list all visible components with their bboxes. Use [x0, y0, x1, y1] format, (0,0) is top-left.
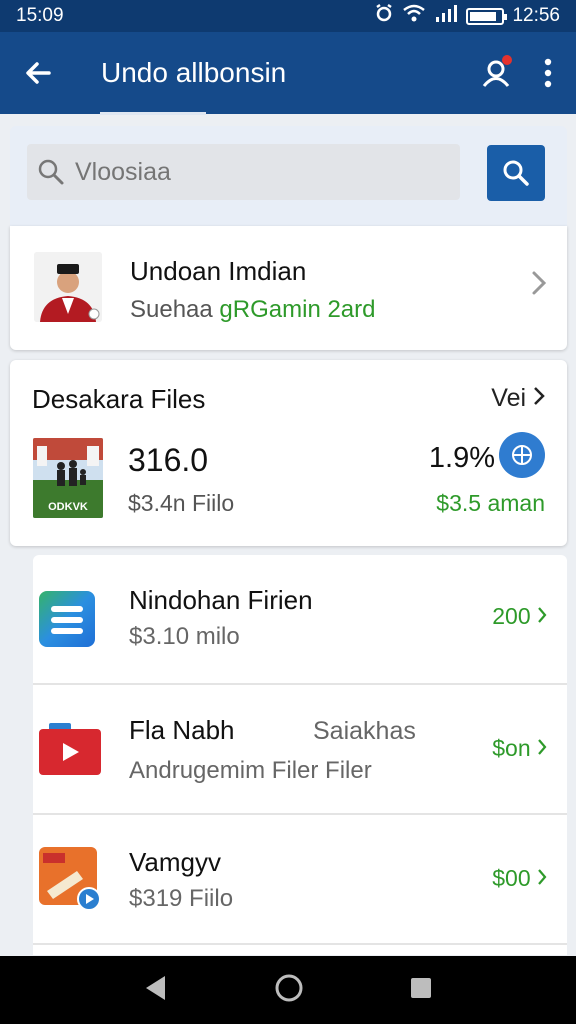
- video-folder-icon: [37, 721, 101, 781]
- files-title: Desakara Files: [32, 384, 206, 414]
- list-item-value: $00: [492, 865, 547, 892]
- profile-subtitle-highlight: gRGamin 2ard: [219, 296, 376, 323]
- back-button[interactable]: [0, 32, 76, 114]
- nav-home-button[interactable]: [274, 973, 304, 1008]
- more-options-button[interactable]: [538, 53, 558, 93]
- profile-search-button[interactable]: [476, 53, 516, 93]
- search-box: [27, 144, 460, 200]
- list-item[interactable]: Vamgyv $319 Fiilo $00: [33, 815, 567, 945]
- status-time-left: 15:09: [16, 5, 64, 26]
- nav-recents-button[interactable]: [409, 976, 433, 1005]
- list-item-value-text: 200: [492, 603, 531, 629]
- notification-dot: [502, 55, 512, 65]
- chevron-right-icon: [531, 270, 547, 303]
- status-icons: 12:56: [374, 3, 560, 29]
- files-thumbnail: ODKVK: [33, 438, 103, 518]
- files-card: Desakara Files Vei ODKVK 316.0 $3.4n Fii…: [10, 360, 567, 546]
- files-action-button[interactable]: [499, 432, 545, 478]
- system-nav-bar: [0, 956, 576, 1024]
- list-item-title: Fla Nabh: [129, 715, 235, 745]
- app-bar: Undo allbonsin: [0, 32, 576, 114]
- avatar: [34, 252, 102, 322]
- search-icon: [503, 160, 529, 186]
- search-icon: [38, 159, 64, 185]
- circle-home-icon: [275, 974, 303, 1001]
- files-view-link[interactable]: Vei: [491, 384, 545, 413]
- more-vert-icon: [544, 58, 552, 88]
- list-item-value: 200: [492, 603, 547, 630]
- arrow-left-icon: [26, 62, 51, 84]
- docs-app-icon: [37, 589, 97, 649]
- triangle-back-icon: [145, 975, 165, 1000]
- list-item[interactable]: Fla Nabh Saiakhas Andrugemim Filer Filer…: [33, 685, 567, 815]
- list-item-title: Vamgyv: [129, 847, 221, 877]
- file-list: Nindohan Firien $3.10 milo 200 Fla Nabh …: [33, 555, 567, 955]
- files-percent: 1.9%: [428, 442, 495, 474]
- square-recents-icon: [411, 977, 432, 998]
- search-button[interactable]: [487, 145, 545, 201]
- list-item-value: $on: [492, 735, 547, 762]
- list-item-value-text: $on: [492, 735, 531, 761]
- list-item[interactable]: Nindohan Firien $3.10 milo 200: [33, 555, 567, 685]
- chevron-right-icon: [538, 739, 547, 755]
- files-amount: $3.5 aman: [436, 490, 545, 516]
- alarm-icon: [374, 3, 394, 29]
- signal-icon: [434, 3, 458, 29]
- files-view-link-label: Vei: [491, 384, 527, 412]
- list-item-extra: Saiakhas: [313, 717, 416, 745]
- list-item-subtitle: Andrugemim Filer Filer: [129, 757, 372, 784]
- files-main-value: 316.0: [128, 442, 209, 478]
- chevron-right-icon: [534, 387, 545, 405]
- thumbnail-label: ODKVK: [48, 501, 88, 513]
- tab-indicator: [100, 112, 206, 115]
- battery-icon: [466, 7, 508, 25]
- search-section: [10, 126, 567, 226]
- files-sub-value: $3.4n Fiilo: [128, 490, 235, 516]
- profile-name: Undoan Imdian: [130, 256, 307, 286]
- list-item-value-text: $00: [492, 865, 531, 891]
- search-input[interactable]: [75, 157, 455, 187]
- chevron-right-icon: [538, 607, 547, 623]
- status-bar: 15:09 12:56: [0, 0, 576, 32]
- notes-app-icon: [37, 845, 103, 911]
- wifi-icon: [402, 3, 426, 29]
- list-item-title: Nindohan Firien: [129, 585, 313, 615]
- move-icon: [512, 445, 532, 465]
- profile-subtitle-prefix: Suehaa: [130, 296, 213, 323]
- profile-subtitle: Suehaa gRGamin 2ard: [130, 296, 376, 324]
- page-title: Undo allbonsin: [101, 57, 287, 88]
- list-item-subtitle: $319 Fiilo: [129, 885, 234, 912]
- nav-back-button[interactable]: [143, 974, 169, 1007]
- status-time-right: 12:56: [512, 5, 560, 26]
- chevron-right-icon: [538, 869, 547, 885]
- profile-card[interactable]: Undoan Imdian Suehaa gRGamin 2ard: [10, 226, 567, 350]
- list-item-subtitle: $3.10 milo: [129, 623, 240, 650]
